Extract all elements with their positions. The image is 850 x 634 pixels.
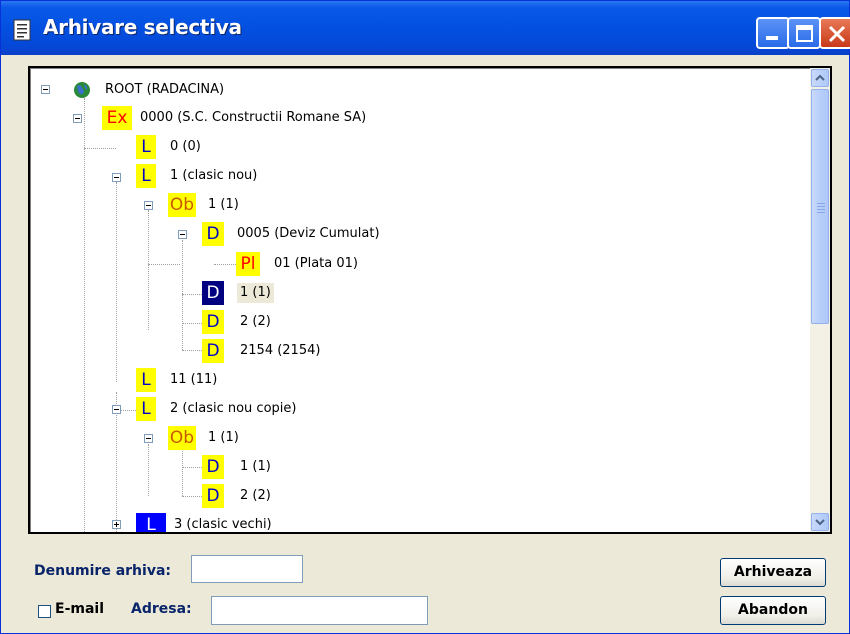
maximize-icon [796,25,813,42]
d-icon: D [202,484,224,508]
document-icon [13,19,31,41]
tree-node-label[interactable]: 2 (2) [240,312,271,332]
tree-connector [84,98,85,532]
archive-button[interactable]: Arhiveaza [720,558,826,587]
expand-icon[interactable] [112,520,121,529]
collapse-icon[interactable] [73,114,82,123]
l-icon: L [136,164,156,188]
grip-line [817,209,825,210]
chevron-down-icon [815,519,825,526]
close-icon [828,25,846,43]
archive-name-input[interactable] [191,555,303,583]
chevron-up-icon [815,74,825,81]
tree-node-label[interactable]: 1 (1) [208,195,239,215]
collapse-icon[interactable] [144,201,153,210]
email-checkbox[interactable] [38,605,51,618]
address-label: Adresa: [131,601,192,617]
window-title: Arhivare selectiva [43,15,242,39]
d-icon: D [202,455,224,479]
collapse-icon[interactable] [112,173,121,182]
tree-node-label[interactable]: 0 (0) [170,137,201,157]
d-icon-selected: D [202,281,224,305]
tree-node-label[interactable]: ROOT (RADACINA) [105,80,224,100]
pl-icon: Pl [236,252,260,276]
collapse-icon[interactable] [41,85,50,94]
collapse-icon[interactable] [178,230,187,239]
close-button[interactable] [819,17,850,49]
tree-node-label[interactable]: 0005 (Deviz Cumulat) [237,224,380,244]
collapse-icon[interactable] [144,434,153,443]
l-icon-blue: L [136,513,166,532]
grip-line [817,206,825,207]
scroll-thumb[interactable] [811,89,829,324]
tree-connector [116,182,117,382]
archive-name-label: Denumire arhiva: [34,563,171,579]
tree-node-label[interactable]: 1 (clasic nou) [170,166,257,186]
grip-line [817,203,825,204]
address-input[interactable] [211,596,428,625]
tree-connector [84,148,116,149]
minimize-icon [766,36,778,40]
ob-icon: Ob [168,426,196,450]
tree-connector [182,240,183,350]
d-icon: D [202,339,224,363]
tree-connector [148,264,180,265]
tree-node-label[interactable]: 11 (11) [170,370,217,390]
maximize-button[interactable] [787,17,821,49]
tree-node-label[interactable]: 3 (clasic vechi) [174,515,272,532]
tree-node-label[interactable]: 2 (clasic nou copie) [170,399,296,419]
vertical-scrollbar[interactable] [810,68,830,532]
d-icon: D [202,310,224,334]
archive-dialog-window: Arhivare selectiva ROOT (RADACINA) Ex 00… [0,0,850,634]
scroll-up-button[interactable] [811,69,829,87]
tree-connector [148,444,149,496]
tree-node-label[interactable]: 1 (1) [240,457,271,477]
tree-node-label[interactable]: 0000 (S.C. Constructii Romane SA) [140,108,366,128]
d-icon: D [202,222,224,246]
ob-icon: Ob [168,193,196,217]
tree-view[interactable]: ROOT (RADACINA) Ex 0000 (S.C. Constructi… [28,66,832,534]
l-icon: L [136,368,156,392]
tree-node-label[interactable]: 01 (Plata 01) [274,254,358,274]
globe-icon [74,82,90,98]
grip-line [817,212,825,213]
l-icon: L [136,135,156,159]
scroll-down-button[interactable] [811,513,829,531]
l-icon: L [136,397,156,421]
cancel-button[interactable]: Abandon [720,596,826,625]
tree-connector [182,444,183,496]
tree-node-label[interactable]: 1 (1) [208,428,239,448]
tree-connector [214,264,236,265]
tree-node-label-selected[interactable]: 1 (1) [237,283,274,303]
tree-node-label[interactable]: 2154 (2154) [240,341,320,361]
tree-node-label[interactable]: 2 (2) [240,486,271,506]
email-label: E-mail [55,601,105,617]
collapse-icon[interactable] [112,405,121,414]
ex-icon: Ex [102,106,132,130]
minimize-button[interactable] [756,17,790,49]
title-bar[interactable]: Arhivare selectiva [1,1,850,55]
tree-connector [148,210,149,330]
